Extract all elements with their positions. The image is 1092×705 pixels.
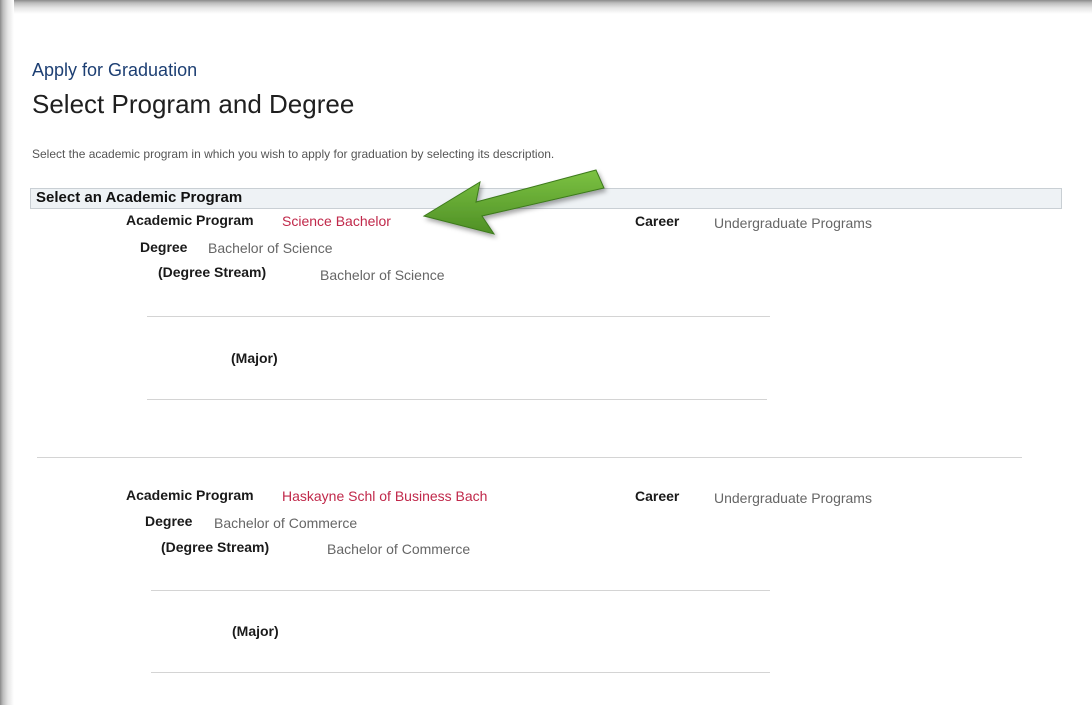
academic-program-link[interactable]: Haskayne Schl of Business Bach (282, 488, 487, 504)
divider (151, 590, 770, 591)
career-value: Undergraduate Programs (714, 490, 872, 506)
degree-stream-value: Bachelor of Science (320, 267, 445, 283)
degree-stream-value: Bachelor of Commerce (327, 541, 471, 557)
page-title: Select Program and Degree (32, 89, 355, 119)
degree-value: Bachelor of Science (208, 240, 333, 256)
degree-stream-label: (Degree Stream) (158, 264, 267, 280)
screenshot-shadow-left (0, 0, 14, 705)
major-label: (Major) (232, 623, 279, 639)
screenshot-shadow-top (0, 0, 1092, 14)
breadcrumb: Apply for Graduation (32, 60, 198, 80)
divider (147, 316, 770, 317)
divider (147, 399, 767, 400)
academic-program-label: Academic Program (126, 487, 254, 503)
major-label: (Major) (231, 350, 278, 366)
degree-label: Degree (145, 513, 193, 529)
academic-program-link[interactable]: Science Bachelor (282, 213, 391, 229)
career-label: Career (635, 213, 680, 229)
program-separator (37, 457, 1022, 458)
green-arrow-icon (422, 169, 605, 235)
degree-stream-label: (Degree Stream) (161, 539, 270, 555)
section-title: Select an Academic Program (36, 189, 243, 206)
instructions-text: Select the academic program in which you… (32, 147, 555, 161)
divider (151, 672, 770, 673)
degree-value: Bachelor of Commerce (214, 515, 358, 531)
degree-label: Degree (140, 239, 188, 255)
page: Apply for Graduation Select Program and … (0, 0, 1092, 705)
academic-program-label: Academic Program (126, 212, 254, 228)
career-label: Career (635, 488, 680, 504)
career-value: Undergraduate Programs (714, 215, 872, 231)
